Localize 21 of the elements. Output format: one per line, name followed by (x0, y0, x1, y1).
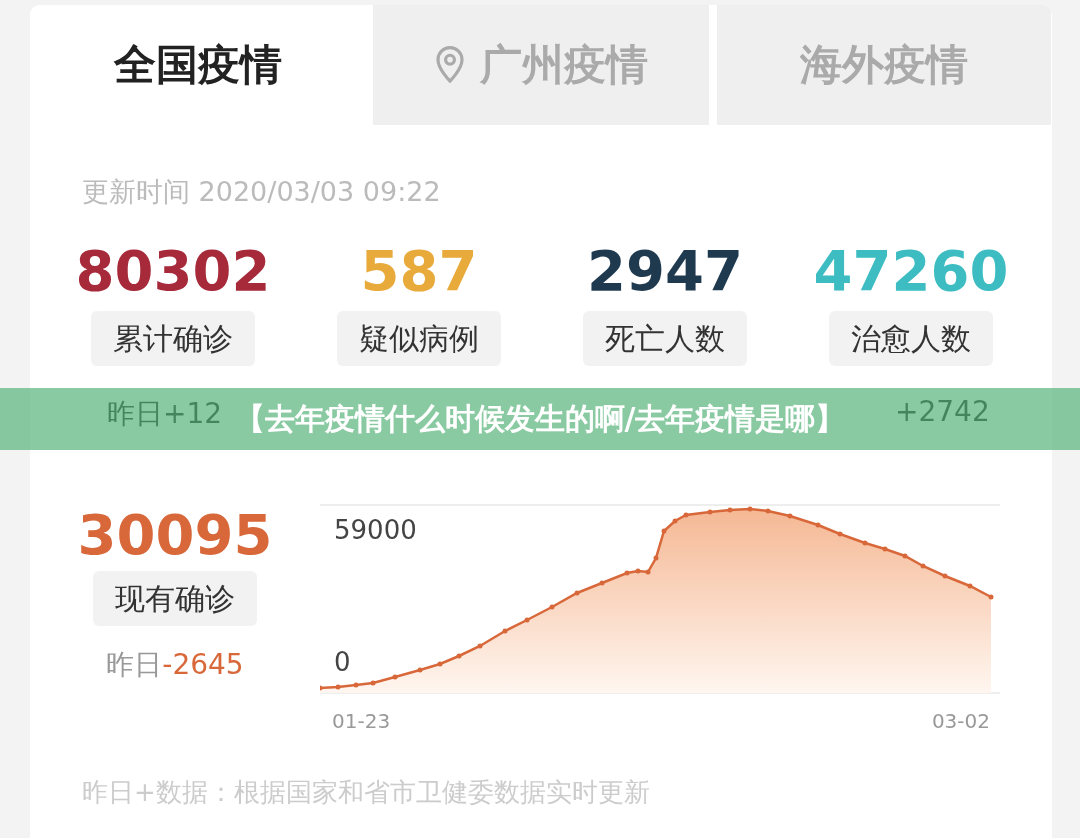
yesterday-change: +2742 (895, 395, 990, 428)
axis-label: 03-02 (931, 709, 990, 733)
location-pin-icon (434, 45, 466, 85)
axis-label: 59000 (334, 515, 417, 545)
yesterday-change: 昨日-2645 (106, 647, 244, 683)
tab[interactable]: 海外疫情 (717, 5, 1051, 125)
stat-label: 现有确诊 (93, 571, 257, 626)
axis-label: 01-23 (332, 709, 391, 733)
stat-label: 疑似病例 (337, 311, 501, 366)
stat-label: 累计确诊 (91, 311, 255, 366)
stat-label: 治愈人数 (829, 311, 993, 366)
stat-value: 80302 (75, 239, 271, 303)
yesterday-change: 昨日+12 (107, 396, 223, 432)
stat-value: 587 (360, 239, 478, 303)
stat-label: 死亡人数 (583, 311, 747, 366)
stat-value: 30095 (77, 503, 273, 567)
stat-value: 47260 (813, 239, 1009, 303)
stat-value: 2947 (587, 239, 743, 303)
axis-label: 0 (334, 647, 351, 677)
tab[interactable]: 广州疫情 (373, 5, 709, 125)
update-time: 更新时间 2020/03/03 09:22 (82, 175, 442, 209)
